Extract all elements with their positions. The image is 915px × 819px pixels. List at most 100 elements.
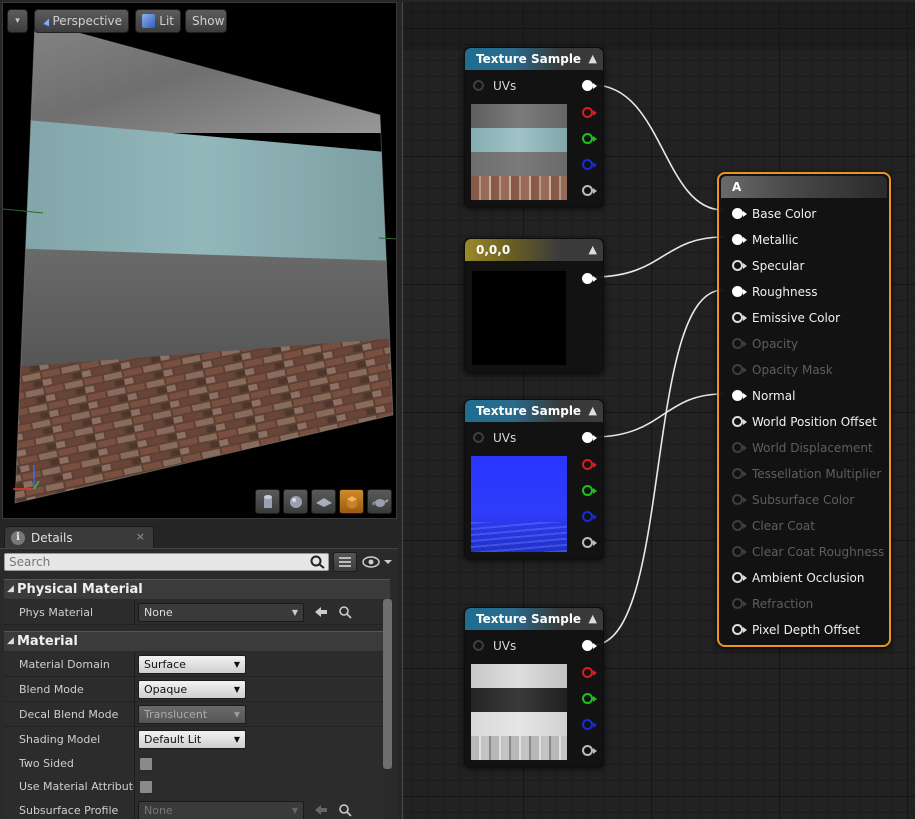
material-input-refraction: Refraction	[719, 591, 889, 617]
chevron-down-icon: ▼	[291, 806, 298, 815]
material-input-pin[interactable]	[732, 416, 747, 427]
texture-sample-node-2[interactable]: Texture Sample ▲ UVs	[464, 399, 604, 559]
material-domain-dropdown[interactable]: Surface ▼	[138, 655, 246, 674]
use-material-attributes-checkbox[interactable]	[139, 780, 153, 794]
material-input-pin[interactable]	[732, 338, 747, 349]
cylinder-button[interactable]	[255, 489, 280, 514]
perspective-icon	[42, 17, 49, 27]
tab-details[interactable]: i Details ×	[4, 526, 154, 548]
material-input-pin[interactable]	[732, 286, 747, 297]
material-input-specular: Specular	[719, 253, 889, 279]
node-header[interactable]: 0,0,0 ▲	[465, 239, 603, 261]
material-input-pin[interactable]	[732, 312, 747, 323]
sphere-icon	[289, 495, 302, 508]
b-output-pin[interactable]	[582, 511, 597, 522]
g-output-pin[interactable]	[582, 133, 597, 144]
node-header[interactable]: Texture Sample ▲	[465, 608, 603, 630]
prop-shading-model: Shading Model Default Lit ▼	[4, 727, 384, 752]
material-result-node[interactable]: A Base Color Metallic Specular Roughness Emi…	[717, 172, 891, 647]
decal-blend-mode-dropdown: Translucent ▼	[138, 705, 246, 724]
material-input-pin[interactable]	[732, 364, 747, 375]
visibility-filter-button[interactable]	[361, 554, 395, 570]
b-output-pin[interactable]	[582, 719, 597, 730]
perspective-button[interactable]: Perspective	[34, 9, 129, 33]
material-graph[interactable]: Texture Sample ▲ UVs 0,0,0 ▲ Texture Sam…	[402, 2, 915, 819]
collapse-icon[interactable]: ▲	[589, 400, 597, 422]
plane-button[interactable]	[311, 489, 336, 514]
show-button[interactable]: Show	[185, 9, 227, 33]
material-input-pin[interactable]	[732, 468, 747, 479]
swatch	[471, 712, 567, 736]
material-input-label: Base Color	[752, 207, 817, 221]
blend-mode-dropdown[interactable]: Opaque ▼	[138, 680, 246, 699]
material-editor: ▾ Perspective Lit Show i Details × Searc…	[0, 0, 915, 819]
material-input-pin[interactable]	[732, 598, 747, 609]
stone-swatch	[471, 104, 567, 128]
rgb-output-pin[interactable]	[582, 80, 597, 91]
lit-button[interactable]: Lit	[135, 9, 181, 33]
category-material[interactable]: ◢ Material	[4, 631, 390, 651]
prop-label: Material Domain	[19, 658, 110, 671]
viewport-menu-button[interactable]: ▾	[7, 9, 28, 33]
collapse-icon: ◢	[7, 636, 14, 646]
b-output-pin[interactable]	[582, 159, 597, 170]
material-input-normal: Normal	[719, 383, 889, 409]
material-input-pin[interactable]	[732, 624, 747, 635]
node-header[interactable]: A	[721, 176, 887, 198]
sphere-button[interactable]	[283, 489, 308, 514]
prop-material-domain: Material Domain Surface ▼	[4, 652, 384, 677]
material-input-pin[interactable]	[732, 390, 747, 401]
material-input-emissive-color: Emissive Color	[719, 305, 889, 331]
material-input-pin[interactable]	[732, 208, 747, 219]
r-output-pin[interactable]	[582, 459, 597, 470]
constant-output-pin[interactable]	[582, 273, 597, 284]
material-input-pin[interactable]	[732, 234, 747, 245]
material-input-pin[interactable]	[732, 442, 747, 453]
search-input[interactable]: Search	[4, 553, 329, 571]
material-input-pin[interactable]	[732, 546, 747, 557]
close-icon[interactable]: ×	[136, 530, 145, 543]
rgb-output-pin[interactable]	[582, 432, 597, 443]
details-scrollbar[interactable]	[383, 599, 392, 769]
constant-vector-node[interactable]: 0,0,0 ▲	[464, 238, 604, 373]
material-input-pin[interactable]	[732, 260, 747, 271]
material-input-pin[interactable]	[732, 494, 747, 505]
material-input-label: World Position Offset	[752, 415, 877, 429]
uvs-input-pin[interactable]	[473, 80, 484, 91]
roughness-texture-preview	[471, 664, 567, 760]
collapse-icon[interactable]: ▲	[589, 608, 597, 630]
node-header[interactable]: Texture Sample ▲	[465, 48, 603, 70]
r-output-pin[interactable]	[582, 107, 597, 118]
texture-sample-node-1[interactable]: Texture Sample ▲ UVs	[464, 47, 604, 207]
r-output-pin[interactable]	[582, 667, 597, 678]
a-output-pin[interactable]	[582, 185, 597, 196]
collapse-icon[interactable]: ▲	[589, 239, 597, 261]
phys-material-picker[interactable]: None ▼	[138, 603, 304, 622]
texture-sample-node-3[interactable]: Texture Sample ▲ UVs	[464, 607, 604, 767]
browse-search-icon[interactable]	[338, 803, 352, 817]
cube-button[interactable]	[339, 489, 364, 514]
divider	[134, 751, 135, 776]
a-output-pin[interactable]	[582, 745, 597, 756]
g-output-pin[interactable]	[582, 485, 597, 496]
phys-material-value: None	[144, 606, 173, 619]
material-input-pin[interactable]	[732, 520, 747, 531]
category-physical-material[interactable]: ◢ Physical Material	[4, 579, 390, 599]
a-output-pin[interactable]	[582, 537, 597, 548]
collapse-icon[interactable]: ▲	[589, 48, 597, 70]
preview-viewport[interactable]: ▾ Perspective Lit Show	[2, 2, 397, 519]
teapot-button[interactable]	[367, 489, 392, 514]
list-view-button[interactable]	[333, 552, 357, 572]
material-input-subsurface-color: Subsurface Color	[719, 487, 889, 513]
browse-search-icon[interactable]	[338, 605, 352, 619]
shading-model-dropdown[interactable]: Default Lit ▼	[138, 730, 246, 749]
rgb-output-pin[interactable]	[582, 640, 597, 651]
material-input-pin[interactable]	[732, 572, 747, 583]
uvs-input-pin[interactable]	[473, 640, 484, 651]
g-output-pin[interactable]	[582, 693, 597, 704]
use-selected-arrow-icon[interactable]	[314, 605, 328, 619]
uvs-input-pin[interactable]	[473, 432, 484, 443]
tab-details-label: Details	[31, 530, 73, 545]
node-header[interactable]: Texture Sample ▲	[465, 400, 603, 422]
two-sided-checkbox[interactable]	[139, 757, 153, 771]
